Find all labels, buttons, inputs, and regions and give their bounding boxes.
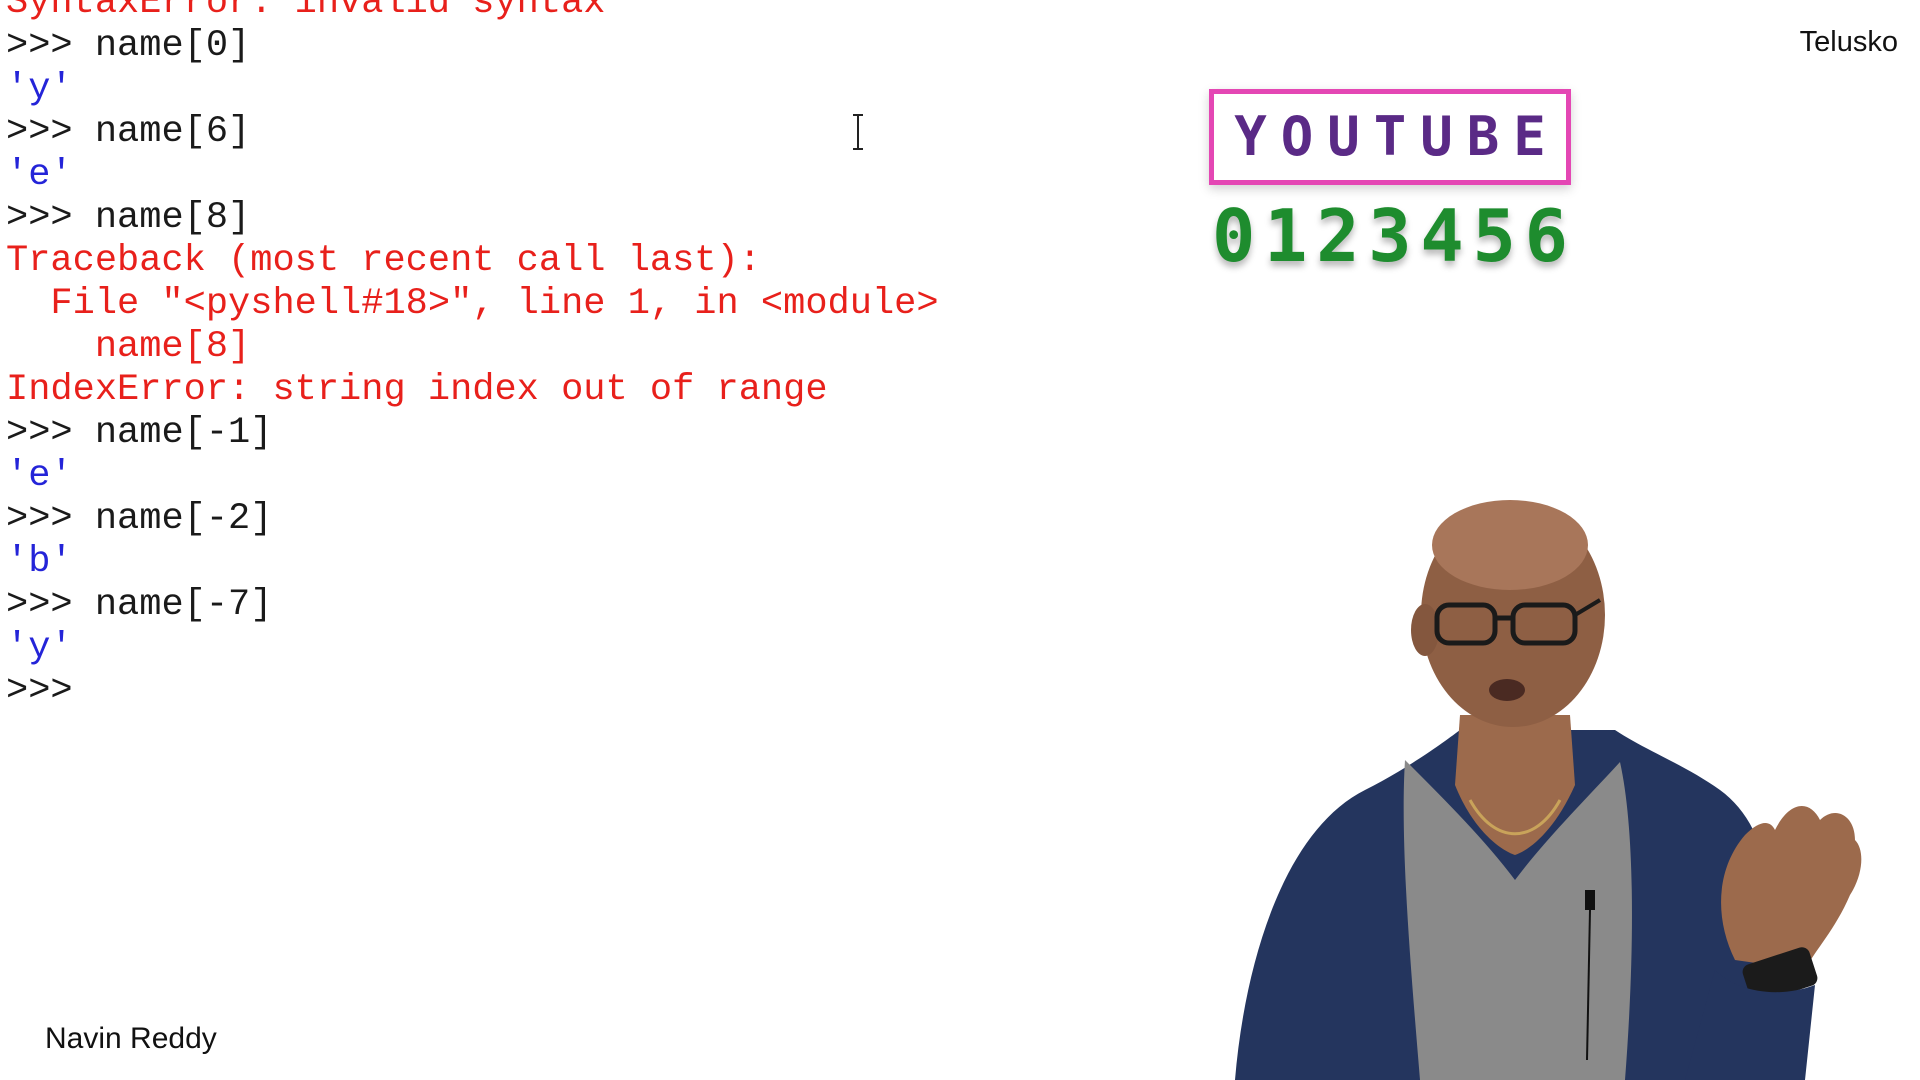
shell-line: 'b' xyxy=(6,541,1156,584)
shell-line: >>> xyxy=(6,670,1156,713)
shell-input-text: name[-2] xyxy=(94,498,273,540)
shell-prompt: >>> xyxy=(6,584,95,626)
shell-error-text: File "<pyshell#18>", line 1, in <module> xyxy=(6,283,939,325)
index-digit: 3 xyxy=(1368,194,1412,278)
shell-line: >>> name[-7] xyxy=(6,584,1156,627)
shell-line: SyntaxError: invalid syntax xyxy=(6,0,1156,25)
shell-error-text: name[8] xyxy=(6,326,251,368)
word-letter: U xyxy=(1420,105,1453,168)
shell-line: 'y' xyxy=(6,627,1156,670)
index-digit: 0 xyxy=(1212,194,1256,278)
shell-input-text: name[-1] xyxy=(94,412,273,454)
index-digit: 4 xyxy=(1420,194,1464,278)
word-letter: Y xyxy=(1234,105,1267,168)
index-digit: 5 xyxy=(1472,194,1516,278)
python-shell-output[interactable]: SyntaxError: invalid syntax >>> name[0]'y… xyxy=(6,0,1156,713)
channel-brand: Telusko xyxy=(1799,26,1898,58)
shell-line: 'e' xyxy=(6,455,1156,498)
shell-error-text: IndexError: string index out of range xyxy=(6,369,828,411)
shell-prompt: >>> xyxy=(6,111,95,153)
shell-output-text: 'e' xyxy=(6,154,73,196)
shell-output-text: 'e' xyxy=(6,455,73,497)
shell-line: >>> name[0] xyxy=(6,25,1156,68)
text-cursor-icon xyxy=(853,114,863,150)
shell-input-text: name[-7] xyxy=(94,584,273,626)
shell-output-text: 'b' xyxy=(6,541,73,583)
shell-line: >>> name[8] xyxy=(6,197,1156,240)
word-letter: B xyxy=(1466,105,1500,168)
shell-error-text: Traceback (most recent call last): xyxy=(6,240,761,282)
shell-prompt: >>> xyxy=(6,670,95,712)
shell-prompt: >>> xyxy=(6,498,95,540)
word-letter: T xyxy=(1373,105,1407,168)
shell-line: 'y' xyxy=(6,68,1156,111)
shell-error-text: SyntaxError: invalid syntax xyxy=(6,0,606,24)
word-letter: E xyxy=(1513,105,1546,168)
shell-prompt: >>> xyxy=(6,25,95,67)
shell-line: >>> name[-2] xyxy=(6,498,1156,541)
shell-line: name[8] xyxy=(6,326,1156,369)
shell-output-text: 'y' xyxy=(6,68,73,110)
presenter-name: Navin Reddy xyxy=(45,1022,217,1055)
shell-line: Traceback (most recent call last): xyxy=(6,240,1156,283)
shell-line: 'e' xyxy=(6,154,1156,197)
word-box: YOUTUBE xyxy=(1209,89,1571,185)
shell-line: >>> name[-1] xyxy=(6,412,1156,455)
shell-input-text: name[0] xyxy=(94,25,251,67)
shell-line: File "<pyshell#18>", line 1, in <module> xyxy=(6,283,1156,326)
presenter-image xyxy=(1235,500,1862,1080)
word-letter: O xyxy=(1280,105,1314,168)
shell-output-text: 'y' xyxy=(6,627,73,669)
video-frame: SyntaxError: invalid syntax >>> name[0]'y… xyxy=(0,0,1920,1080)
shell-line: IndexError: string index out of range xyxy=(6,369,1156,412)
shell-input-text: name[8] xyxy=(94,197,251,239)
shell-line: >>> name[6] xyxy=(6,111,1156,154)
shell-prompt: >>> xyxy=(6,197,95,239)
index-digit: 2 xyxy=(1316,194,1360,278)
index-row: 0123456 xyxy=(1212,200,1568,272)
shell-prompt: >>> xyxy=(6,412,95,454)
word-letter: U xyxy=(1327,105,1360,168)
index-digit: 1 xyxy=(1264,194,1308,278)
shell-input-text: name[6] xyxy=(94,111,251,153)
index-digit: 6 xyxy=(1524,194,1568,278)
